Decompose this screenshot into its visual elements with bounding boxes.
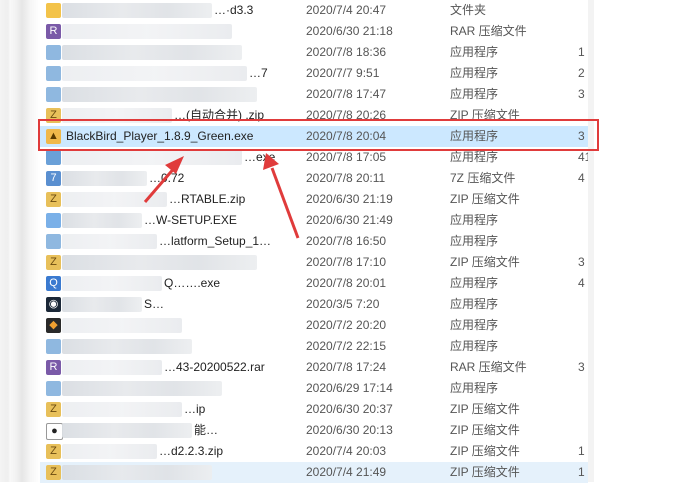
arrow-right [263,153,300,239]
annotation-arrows [143,153,300,239]
arrow-left [143,156,184,203]
